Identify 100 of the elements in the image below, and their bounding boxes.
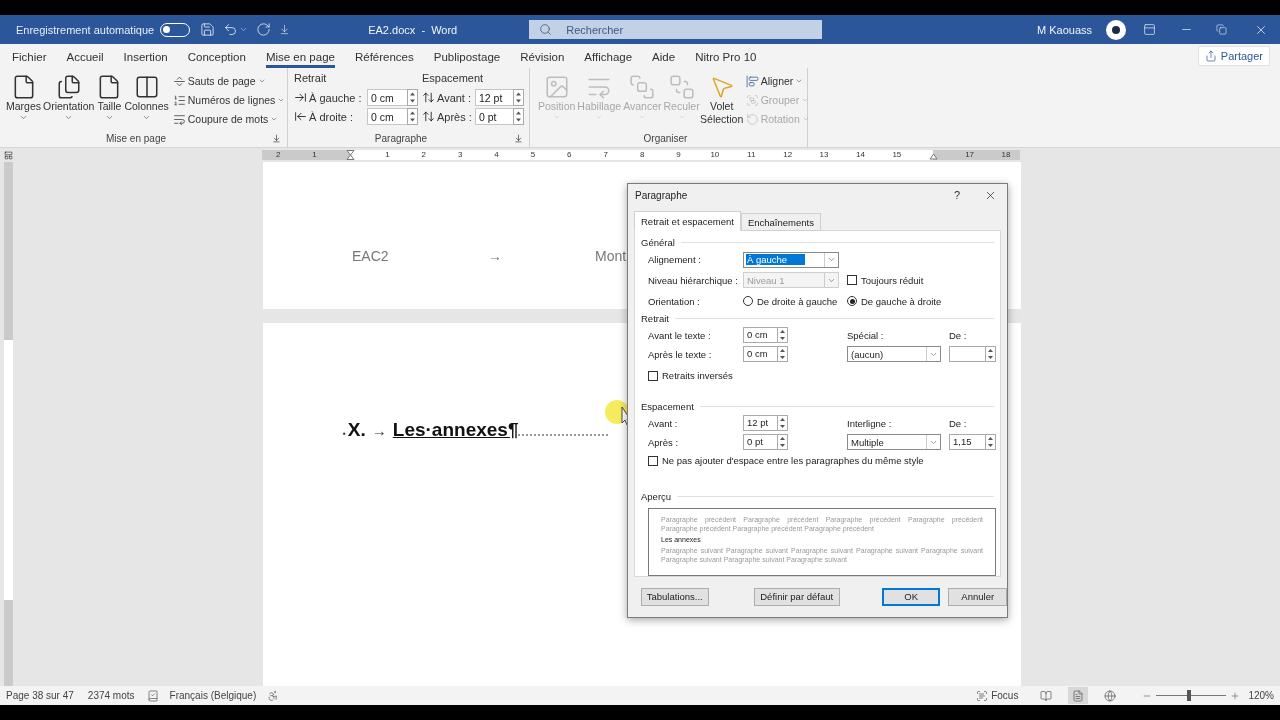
spin-buttons[interactable] bbox=[407, 89, 418, 106]
number-field[interactable]: 12 pt bbox=[475, 89, 513, 106]
number-field[interactable]: 1,15 bbox=[949, 433, 985, 450]
search-field[interactable]: Rechercher bbox=[529, 20, 823, 39]
ruler-number: 5 bbox=[530, 150, 536, 160]
number-field[interactable]: 0 cm bbox=[743, 326, 777, 343]
page-count: Page 38 sur 47 bbox=[6, 690, 74, 701]
spin-buttons[interactable] bbox=[513, 108, 524, 125]
ribbon-button[interactable]: Colonnes bbox=[124, 72, 169, 131]
hyphenation-icon bbox=[172, 112, 186, 126]
spin-buttons[interactable] bbox=[777, 414, 788, 431]
help-button[interactable]: ? bbox=[949, 189, 964, 202]
print-layout-icon bbox=[1072, 689, 1085, 702]
search-icon bbox=[539, 23, 553, 36]
ribbon-tab[interactable]: Accueil bbox=[66, 48, 104, 68]
ribbon-button[interactable]: Orientation bbox=[43, 72, 95, 131]
spin-buttons[interactable] bbox=[777, 433, 788, 450]
number-field[interactable]: 0 cm bbox=[367, 108, 407, 125]
proofing-icon bbox=[146, 689, 159, 702]
caret-icon[interactable] bbox=[239, 25, 249, 34]
launcher-icon[interactable] bbox=[272, 133, 281, 143]
ribbon-tab[interactable]: Fichier bbox=[12, 48, 47, 68]
ruler-number: 18 bbox=[1001, 150, 1011, 160]
indent-right-icon bbox=[294, 110, 307, 123]
dropdown[interactable]: Multiple bbox=[847, 434, 941, 451]
number-field[interactable]: 0 cm bbox=[743, 345, 777, 362]
field-label: Après : bbox=[437, 110, 473, 123]
field-label: À gauche : bbox=[309, 91, 363, 104]
ribbon-tab[interactable]: Révision bbox=[520, 48, 565, 68]
dialog-tab[interactable]: Enchaînements bbox=[740, 212, 821, 231]
ribbon-tab[interactable]: Références bbox=[354, 48, 414, 68]
ribbon-tab[interactable]: Publipostage bbox=[433, 48, 501, 68]
dialog-tab[interactable]: Retrait et espacement bbox=[634, 210, 741, 231]
ribbon-tab[interactable]: Affichage bbox=[584, 48, 633, 68]
ribbon-button[interactable]: Sauts de page bbox=[172, 72, 286, 90]
ribbon-tab[interactable]: Conception bbox=[187, 48, 246, 68]
ribbon-display-icon[interactable] bbox=[1143, 23, 1156, 36]
radio-button[interactable] bbox=[743, 296, 753, 307]
checkbox[interactable]: Retraits inversés bbox=[648, 370, 733, 382]
ribbon-button[interactable]: Taille bbox=[96, 72, 123, 131]
field-label: À droite : bbox=[309, 110, 355, 123]
number-field[interactable]: 0 pt bbox=[475, 108, 513, 125]
number-field[interactable]: 12 pt bbox=[743, 414, 777, 431]
ribbon-button[interactable]: Aligner bbox=[745, 72, 810, 90]
ruler-number: 2 bbox=[421, 150, 426, 160]
save-icon[interactable] bbox=[200, 22, 216, 37]
field-label: Niveau hiérarchique : bbox=[648, 274, 738, 286]
spin-buttons[interactable] bbox=[777, 326, 788, 343]
number-field[interactable] bbox=[949, 345, 985, 362]
number-field[interactable]: 0 cm bbox=[367, 89, 407, 106]
dialog-button[interactable]: OK bbox=[881, 587, 941, 606]
radio-option[interactable]: De droite à gauche bbox=[743, 295, 838, 307]
checkbox-box[interactable] bbox=[847, 275, 857, 286]
field-label: Alignement : bbox=[648, 254, 701, 266]
share-icon bbox=[1204, 50, 1217, 62]
undo-icon[interactable] bbox=[223, 22, 239, 37]
ruler-number: 3 bbox=[457, 150, 463, 160]
view-button[interactable] bbox=[1068, 687, 1089, 704]
share-button[interactable]: Partager bbox=[1197, 46, 1270, 66]
slider-thumb[interactable] bbox=[1187, 690, 1192, 701]
checkbox[interactable]: Toujours réduit bbox=[847, 274, 924, 286]
spin-buttons[interactable] bbox=[777, 345, 788, 362]
checkbox-box[interactable] bbox=[648, 370, 658, 381]
dialog-button[interactable]: Annuler bbox=[948, 587, 1007, 606]
launcher-icon[interactable] bbox=[514, 133, 523, 143]
ribbon-button[interactable]: Marges bbox=[6, 72, 41, 131]
avatar[interactable] bbox=[1106, 19, 1126, 40]
radio-option[interactable]: De gauche à droite bbox=[847, 295, 942, 307]
ribbon-tab[interactable]: Aide bbox=[652, 48, 676, 68]
dropdown[interactable]: (aucun) bbox=[847, 346, 941, 363]
spin-buttons[interactable] bbox=[985, 433, 996, 450]
ribbon-button[interactable]: Numéros de lignes bbox=[172, 91, 286, 109]
spin-buttons[interactable] bbox=[513, 89, 524, 106]
spin-buttons[interactable] bbox=[985, 345, 996, 362]
dialog-button[interactable]: Tabulations... bbox=[641, 587, 709, 606]
customize-icon[interactable] bbox=[279, 24, 291, 35]
ribbon-tab[interactable]: Nitro Pro 10 bbox=[695, 48, 757, 68]
ribbon-button[interactable]: Volet Sélection bbox=[701, 72, 742, 131]
restore-icon[interactable] bbox=[1216, 24, 1227, 35]
field-label: De : bbox=[949, 329, 967, 341]
redo-icon[interactable] bbox=[256, 22, 272, 37]
field-label: Avant : bbox=[437, 91, 473, 104]
number-field[interactable]: 0 pt bbox=[743, 433, 777, 450]
tab-mark: → bbox=[371, 422, 387, 439]
left-indent-marker[interactable] bbox=[346, 150, 356, 160]
caret-icon bbox=[142, 113, 152, 122]
dialog-button[interactable]: Définir par défaut bbox=[753, 587, 840, 606]
dropdown[interactable]: À gauche bbox=[743, 251, 839, 268]
section-heading: Espacement bbox=[641, 401, 694, 413]
tab-stop-icon[interactable] bbox=[4, 150, 13, 160]
ruler-number: 12 bbox=[783, 150, 793, 160]
ribbon-tab[interactable]: Insertion bbox=[123, 48, 168, 68]
checkbox[interactable]: Ne pas ajouter d'espace entre les paragraphes du même style bbox=[648, 455, 924, 467]
ribbon-button[interactable]: Coupure de mots bbox=[172, 110, 286, 128]
focus-button[interactable]: Focus bbox=[976, 689, 1019, 702]
spin-buttons[interactable] bbox=[407, 108, 418, 125]
radio-button[interactable] bbox=[847, 296, 857, 307]
orientation-icon bbox=[55, 74, 82, 100]
ruler-number: 9 bbox=[676, 150, 681, 160]
checkbox-box[interactable] bbox=[648, 455, 658, 466]
